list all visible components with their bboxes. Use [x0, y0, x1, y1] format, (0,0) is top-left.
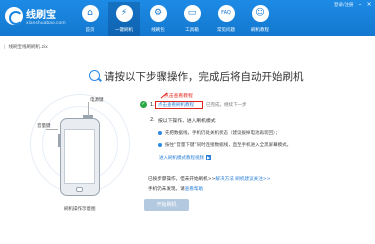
help-note-1-text: 已按步骤操作，但未开始刷机>>: [148, 177, 216, 182]
phone-graphic: [60, 118, 100, 196]
close-icon[interactable]: ×: [365, 1, 373, 8]
tutorial-icon: ☺: [251, 5, 269, 22]
start-flash-button[interactable]: 开始刷机: [144, 199, 189, 211]
search-icon: [89, 70, 100, 81]
breadcrumb-text: 线刷宝线刷刷机.zix: [8, 45, 48, 50]
help-note-2-text: 手机仍未发现，请: [148, 187, 185, 192]
step2-number: 2.: [150, 117, 155, 123]
flash-advice-link[interactable]: 刷机建议关注>>: [235, 177, 270, 182]
solution-link[interactable]: 解决方法: [215, 177, 233, 182]
leader-line: [46, 129, 58, 130]
nav-item-package[interactable]: ⚙ 线刷包: [142, 2, 174, 36]
nav-item-faq[interactable]: FAQ 常见问题: [210, 2, 242, 36]
phone-illustration: 电源键 音量键 刷机操作示意图: [30, 92, 130, 212]
app-logo-icon: [5, 7, 23, 25]
view-tutorial-button[interactable]: 点击查看刷机教程: [155, 101, 203, 109]
nav-label: 线刷包: [151, 28, 165, 33]
step1-status: 已完成，继续下一步: [206, 103, 247, 108]
volume-key-label: 音量键: [37, 124, 51, 129]
home-button-graphic: [76, 187, 83, 192]
minimize-icon[interactable]: –: [356, 1, 364, 8]
nav-item-flash[interactable]: ⚡ 一键刷机: [108, 2, 140, 36]
bullet-icon: [158, 143, 162, 147]
mode-tutorial-link[interactable]: 进入刷机模式教程视频 ▶: [159, 155, 211, 161]
app-name: 线刷宝: [26, 10, 56, 21]
page-title: 请按以下步骤操作，完成后将自动开始刷机: [104, 71, 304, 83]
breadcrumb-separator: |: [4, 45, 6, 50]
mode-tutorial-link-label: 进入刷机模式教程视频: [159, 156, 204, 161]
top-bar: 线刷宝 xianshuabao.com ⌂ 首页 ⚡ 一键刷机 ⚙ 线刷包 ▭ …: [0, 0, 375, 36]
bullet-icon: [158, 131, 162, 135]
flash-icon: ⚡: [115, 5, 133, 22]
annotation-text: 点击查看教程: [164, 94, 193, 99]
toolbox-icon: ▭: [183, 5, 201, 22]
leader-line: [88, 102, 89, 116]
power-key-label: 电源键: [90, 98, 104, 103]
login-link[interactable]: 登录/注册: [334, 2, 354, 8]
app-url: xianshuabao.com: [26, 21, 66, 26]
phone-screen: [64, 129, 95, 184]
package-icon: ⚙: [149, 5, 167, 22]
help-link[interactable]: 查看帮助: [185, 187, 203, 192]
nav-label: 常见问题: [217, 28, 235, 33]
check-icon: ✓: [140, 101, 147, 108]
nav-item-tutorial[interactable]: ☺ 刷机教程: [244, 2, 276, 36]
help-note-1: 已按步骤操作，但未开始刷机>>解决方法 刷机建议关注>>: [148, 176, 271, 182]
breadcrumb: | 线刷宝线刷刷机.zix: [4, 44, 48, 50]
faq-icon: FAQ: [217, 5, 235, 22]
nav-label: 一键刷机: [115, 28, 133, 33]
nav-item-home[interactable]: ⌂ 首页: [74, 2, 106, 36]
step2-bullet-2: 按住“音量下键”同时连接数据线，直至手机进入全黑屏幕模式。: [165, 143, 292, 148]
nav-label: 刷机教程: [251, 28, 269, 33]
video-icon: ▶: [206, 155, 211, 160]
nav-item-toolbox[interactable]: ▭ 工具箱: [176, 2, 208, 36]
nav-label: 首页: [85, 28, 95, 33]
help-note-2: 手机仍未发现，请查看帮助: [148, 186, 203, 192]
step2-bullet-1: 先把数据线，手机仍处关机状态（建议拔掉电池再装回）；: [165, 131, 280, 136]
home-icon: ⌂: [81, 5, 99, 22]
nav-label: 工具箱: [185, 28, 199, 33]
illustration-caption: 刷机操作示意图: [64, 207, 96, 212]
step2-text: 按以下操作，进入刷机模式: [158, 119, 216, 124]
